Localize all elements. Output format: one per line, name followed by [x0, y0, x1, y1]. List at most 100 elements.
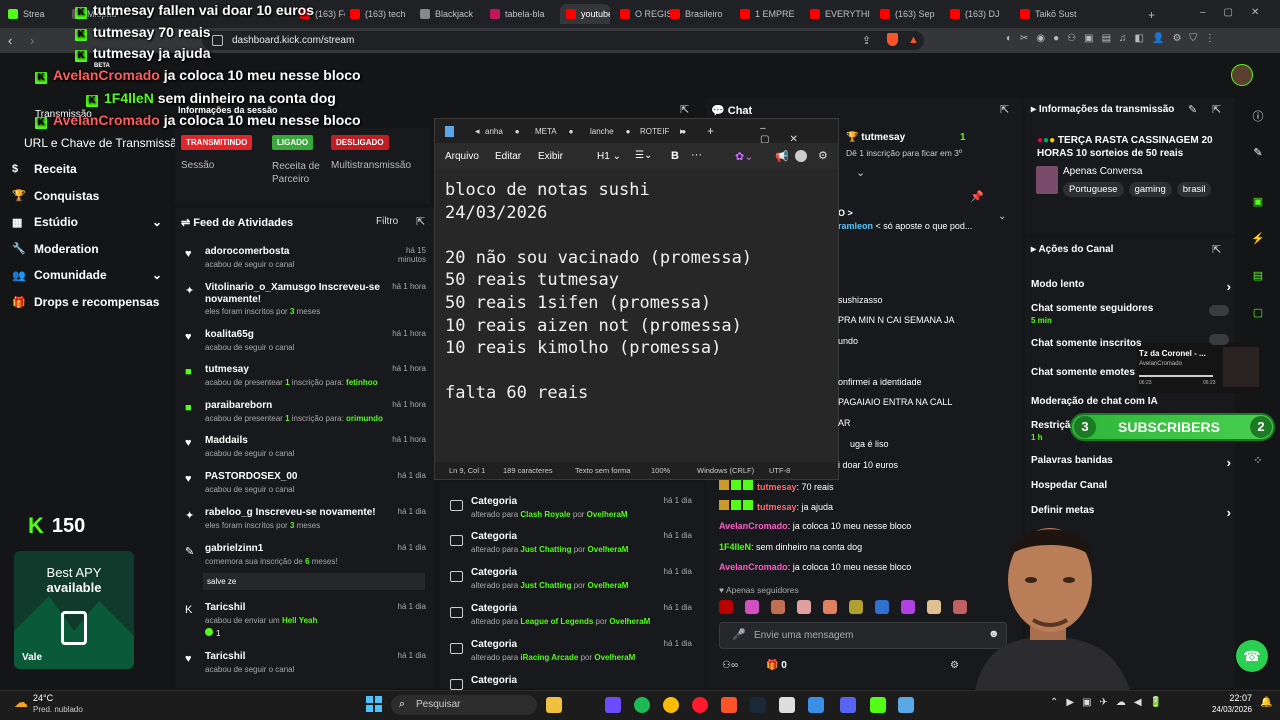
emote-icon[interactable] — [849, 600, 863, 614]
new-tab-button[interactable]: + — [1148, 8, 1155, 22]
channel-action-row[interactable]: Moderação de chat com IA — [1031, 396, 1231, 407]
browser-tab[interactable]: (163) Sep — [880, 4, 940, 24]
emote-icon[interactable] — [745, 600, 759, 614]
bold-button[interactable]: B — [671, 150, 679, 162]
list-dropdown-icon[interactable]: ☰⌄ — [635, 150, 652, 161]
chevron-down-icon[interactable]: ⌄ — [152, 268, 162, 282]
notepad-tab[interactable]: lanche ● — [590, 127, 630, 136]
menu-view[interactable]: Exibir — [538, 151, 563, 162]
popout-icon[interactable]: ⇱ — [1212, 103, 1221, 116]
message-icon[interactable]: ▢ — [1250, 304, 1266, 320]
browser-tab[interactable]: Taikō Sust — [1020, 4, 1130, 24]
notification-icon[interactable]: 🔔 — [1260, 697, 1272, 708]
info-icon[interactable]: ⓘ — [1250, 108, 1266, 124]
chat-icon[interactable]: ▣ — [1250, 193, 1266, 209]
url-key-link[interactable]: URL e Chave de Transmissão — [24, 136, 184, 150]
announce-icon[interactable]: 📢 — [775, 150, 789, 163]
account-icon[interactable] — [795, 150, 807, 162]
notepad-icon[interactable] — [898, 697, 914, 713]
kick-app-icon[interactable] — [870, 697, 886, 713]
opera-icon[interactable] — [692, 697, 708, 713]
scroll-left-icon[interactable]: ◂ — [475, 126, 480, 137]
chevron-down-icon[interactable]: ⌄ — [152, 215, 162, 229]
browser-tab[interactable]: youtube — [560, 4, 610, 24]
emote-icon[interactable] — [823, 600, 837, 614]
browser-tab[interactable]: EVERYTHI — [810, 4, 870, 24]
edit-icon[interactable]: ✎ — [1250, 144, 1266, 160]
sidebar-item-drops[interactable]: 🎁 Drops e recompensas — [12, 295, 162, 309]
emote-icon[interactable] — [875, 600, 889, 614]
menu-edit[interactable]: Editar — [495, 151, 521, 162]
file-explorer-icon[interactable] — [546, 697, 562, 713]
browser-tab[interactable]: 1 EMPRE — [740, 4, 800, 24]
brave-rewards-icon[interactable]: ▲ — [908, 34, 919, 46]
channel-action-row[interactable]: Chat somente inscritos — [1031, 334, 1231, 349]
github-icon[interactable] — [779, 697, 795, 713]
notepad-window[interactable]: ◂ anha ● META ● lanche ● ROTEIF ● ▸ + –▢✕ Arqui… — [434, 118, 839, 480]
sidebar-item-moderation[interactable]: 🔧 Moderation — [12, 242, 162, 256]
taskbar-search[interactable]: ⌕ Pesquisar — [391, 695, 537, 715]
channel-action-row[interactable]: Chat somente seguidores 5 min — [1031, 303, 1231, 325]
windows-start-icon[interactable] — [366, 696, 382, 712]
collapse-icon[interactable]: ⌄ — [856, 166, 865, 179]
chrome-icon[interactable] — [663, 697, 679, 713]
share-icon[interactable]: ⇪ — [862, 34, 871, 47]
sidebar-item-receita[interactable]: $ Receita — [12, 162, 162, 176]
feed-filter-button[interactable]: Filtro — [376, 216, 398, 227]
popout-icon[interactable]: ⇱ — [1212, 243, 1221, 256]
channel-action-row[interactable]: Palavras banidas › — [1031, 455, 1231, 470]
chevron-right-icon[interactable]: › — [1227, 505, 1231, 520]
notepad-text-area[interactable]: bloco de notas sushi 24/03/2026 20 não so… — [445, 179, 752, 405]
discord-icon[interactable] — [840, 697, 856, 713]
sidebar-item-conquistas[interactable]: 🏆 Conquistas — [12, 189, 162, 203]
browser-tab[interactable]: Blackjack — [420, 4, 480, 24]
sidebar-item-estúdio[interactable]: ▦ Estúdio ⌄ — [12, 215, 162, 229]
tag-chip[interactable]: Portuguese — [1063, 182, 1124, 197]
channel-action-row[interactable]: Definir metas › — [1031, 505, 1231, 520]
channel-action-row[interactable]: Modo lento › — [1031, 279, 1231, 294]
gift-count[interactable]: 🎁 0 — [766, 660, 787, 671]
more-button[interactable]: ··· — [691, 149, 702, 161]
sidebar-item-comunidade[interactable]: 👥 Comunidade ⌄ — [12, 268, 162, 282]
channel-action-row[interactable]: Hospedar Canal — [1031, 480, 1231, 491]
edit-icon[interactable]: ✎ — [1188, 103, 1197, 116]
promo-card[interactable]: Best APY available Vale — [14, 551, 134, 669]
apps-grid-icon[interactable] — [605, 697, 621, 713]
notepad-tab[interactable]: META ● — [535, 127, 573, 136]
new-tab-button[interactable]: + — [707, 124, 714, 138]
chevron-down-icon[interactable]: ⌄ — [998, 211, 1006, 222]
avatar[interactable] — [1231, 64, 1253, 86]
heading-dropdown[interactable]: H1 ⌄ — [597, 151, 621, 162]
window-controls[interactable]: –▢✕ — [760, 123, 838, 145]
bolt-icon[interactable]: ⚡ — [1250, 230, 1266, 246]
extensions-icons[interactable]: ◐✂◉●⚇▣▤♫◧👤⚙⛉⋮ — [1006, 33, 1223, 44]
brave-shield-icon[interactable] — [887, 33, 898, 46]
popout-icon[interactable]: ⇱ — [1000, 103, 1009, 116]
browser-tab[interactable]: Brasileiro — [670, 4, 730, 24]
popout-icon[interactable]: ⇱ — [680, 103, 689, 116]
toggle-switch[interactable] — [1209, 305, 1229, 316]
browser-tab[interactable]: tabela-bla — [490, 4, 550, 24]
channel-action-row[interactable]: Restriçã 1 h — [1031, 420, 1231, 442]
system-tray[interactable]: ⌃▶▣✈☁◀🔋 — [1050, 697, 1170, 708]
vscode-icon[interactable] — [808, 697, 824, 713]
menu-file[interactable]: Arquivo — [445, 151, 479, 162]
chevron-right-icon[interactable]: › — [1227, 279, 1231, 294]
channel-action-row[interactable]: Chat somente emotes — [1031, 367, 1231, 378]
apps-icon[interactable]: ⁘ — [1250, 452, 1266, 468]
emote-icon[interactable] — [719, 600, 733, 614]
emote-icon[interactable] — [771, 600, 785, 614]
browser-tab[interactable]: (163) DJ — [950, 4, 1005, 24]
browser-tab[interactable]: O REGIST — [620, 4, 675, 24]
window-controls[interactable]: –▢✕ — [1200, 7, 1277, 18]
list-icon[interactable]: ▤ — [1250, 267, 1266, 283]
spotify-icon[interactable] — [634, 697, 650, 713]
copilot-icon[interactable]: ✿⌄ — [735, 150, 753, 163]
scroll-right-icon[interactable]: ▸ — [680, 126, 685, 137]
tag-chip[interactable]: gaming — [1128, 182, 1172, 197]
brave-icon[interactable] — [721, 697, 737, 713]
support-chat-button[interactable]: ☎ — [1236, 640, 1268, 672]
popout-icon[interactable]: ⇱ — [416, 215, 425, 228]
toggle-switch[interactable] — [1209, 334, 1229, 345]
emote-icon[interactable] — [797, 600, 811, 614]
